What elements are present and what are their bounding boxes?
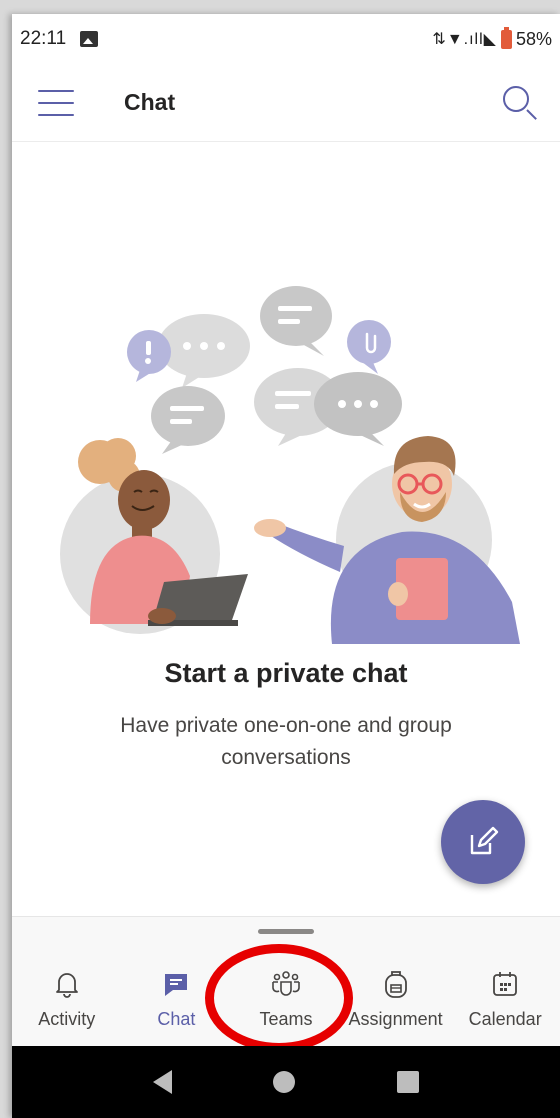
nav-label-chat: Chat [157,1009,196,1029]
teams-icon [271,969,301,999]
bottom-nav: Activity Chat Teams Assignment Calendar [12,969,560,1047]
home-icon[interactable] [273,1071,296,1093]
nav-item-calendar[interactable]: Calendar [450,969,560,1047]
chat-illustration [60,286,520,644]
nav-item-activity[interactable]: Activity [12,969,122,1047]
empty-state-subtitle: Have private one-on-one and group conver… [120,714,452,769]
speech-bubbles-graphic [127,286,402,454]
compose-icon [470,826,499,855]
system-navigation-bar [12,1046,560,1118]
nav-item-teams[interactable]: Teams [231,969,341,1047]
search-icon[interactable] [500,83,540,123]
status-bar: 22:11 ⇅▼.ıll◣ 58% [12,14,560,64]
app-header: Chat [12,64,560,142]
page-title: Chat [124,89,176,115]
bottom-navigation-area: Activity Chat Teams Assignment Calendar [12,916,560,1046]
recents-icon[interactable] [397,1071,420,1093]
hamburger-icon[interactable] [38,89,74,116]
nav-item-assignment[interactable]: Assignment [341,969,451,1047]
empty-state-title: Start a private chat [164,658,408,688]
nav-label-teams: Teams [259,1009,313,1029]
nav-item-chat[interactable]: Chat [122,969,232,1047]
signal-icon: ⇅▼.ıll◣ [432,31,497,48]
drag-handle[interactable] [258,929,314,934]
bell-icon [52,969,82,999]
nav-label-activity: Activity [38,1009,96,1029]
phone-screen: 22:11 ⇅▼.ıll◣ 58% Chat Start a private c… [12,14,560,1118]
status-right-group: ⇅▼.ıll◣ 58% [432,26,552,50]
nav-label-calendar: Calendar [468,1009,542,1029]
new-chat-button[interactable] [441,800,525,884]
screenshot-frame: 22:11 ⇅▼.ıll◣ 58% Chat Start a private c… [0,0,560,1118]
photo-icon [80,31,99,47]
chat-icon [161,969,191,999]
battery-percent: 58% [515,28,552,49]
status-time: 22:11 [20,28,67,49]
calendar-icon [490,969,520,999]
woman-figure-graphic [60,438,248,634]
nav-label-assignment: Assignment [348,1009,443,1029]
man-figure-graphic [254,436,520,644]
back-icon[interactable] [152,1070,172,1094]
backpack-icon [381,969,411,999]
battery-icon [500,26,512,49]
